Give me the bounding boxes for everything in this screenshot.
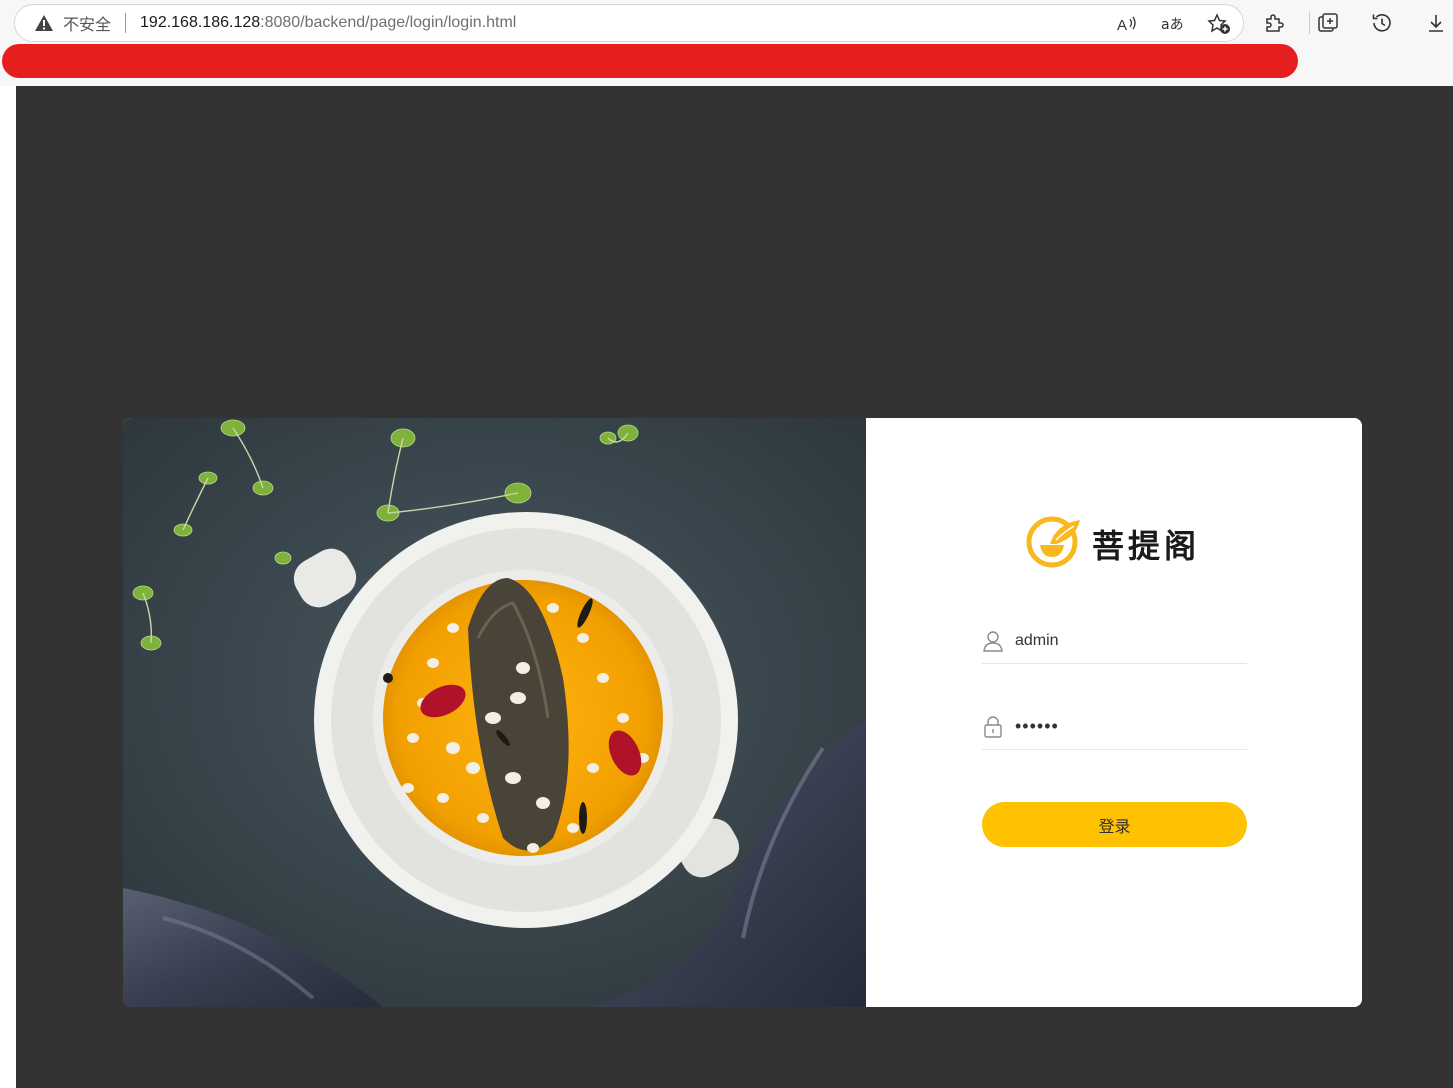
url-host: 192.168.186.128 [140, 14, 261, 31]
food-photo [123, 418, 866, 1007]
password-field[interactable] [982, 704, 1247, 750]
translate-icon[interactable]: aあ [1161, 12, 1185, 36]
download-icon[interactable] [1424, 11, 1448, 35]
page-background: 菩提阁 登录 [16, 86, 1453, 1088]
divider [125, 13, 127, 33]
url-text[interactable]: 192.168.186.128:8080/backend/page/login/… [140, 14, 516, 32]
history-icon[interactable] [1370, 11, 1394, 35]
redaction-mark [2, 44, 1298, 78]
username-input[interactable] [1015, 631, 1235, 650]
login-card: 菩提阁 登录 [123, 418, 1362, 1007]
warning-icon[interactable] [33, 13, 55, 33]
logo-icon [1026, 514, 1082, 575]
toolbar-right [1262, 4, 1448, 42]
toolbar-divider [1309, 12, 1310, 34]
address-bar[interactable]: 不安全 192.168.186.128:8080/backend/page/lo… [14, 4, 1244, 42]
user-icon [983, 630, 1003, 652]
read-aloud-icon[interactable]: A [1115, 12, 1139, 36]
password-input[interactable] [1015, 716, 1235, 737]
browser-toolbar: 不安全 192.168.186.128:8080/backend/page/lo… [0, 0, 1453, 86]
favorite-add-icon[interactable] [1207, 12, 1231, 36]
svg-text:A: A [1117, 17, 1127, 34]
address-actions: A aあ [1115, 5, 1231, 43]
lock-icon [983, 715, 1003, 738]
svg-text:aあ: aあ [1161, 17, 1184, 33]
login-button[interactable]: 登录 [982, 802, 1247, 847]
url-path: :8080/backend/page/login/login.html [260, 14, 517, 31]
brand-name: 菩提阁 [1092, 527, 1201, 565]
username-field[interactable] [982, 618, 1247, 664]
collections-icon[interactable] [1316, 11, 1340, 35]
brand: 菩提阁 [1026, 516, 1200, 572]
security-label[interactable]: 不安全 [63, 11, 111, 35]
login-form-panel: 菩提阁 登录 [866, 418, 1362, 1007]
extensions-icon[interactable] [1262, 11, 1286, 35]
